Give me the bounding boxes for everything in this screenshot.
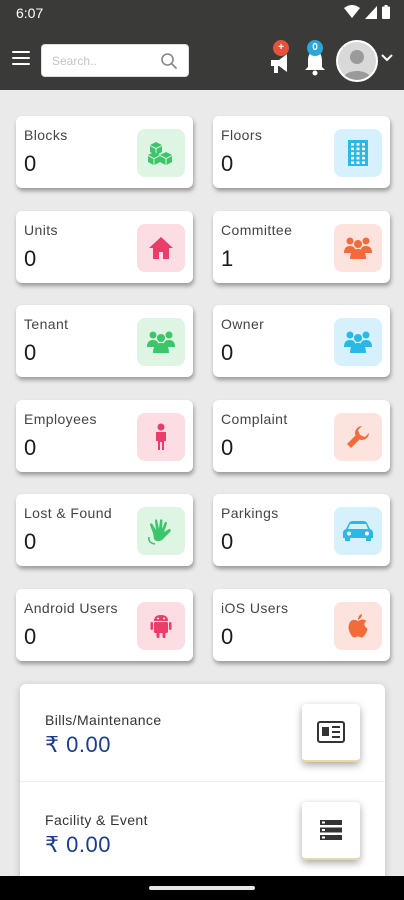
stat-card-ios-users[interactable]: iOS Users 0: [213, 589, 390, 661]
stat-card-parkings[interactable]: Parkings 0: [213, 494, 390, 567]
stat-card-committee[interactable]: Committee 1: [213, 210, 390, 283]
stat-value: 0: [24, 624, 37, 649]
stat-value: 0: [24, 245, 37, 271]
notifications-badge: 0: [307, 40, 323, 56]
stat-label: Lost & Found: [24, 505, 113, 522]
summary-panel: Bills/Maintenance ₹ 0.00 Facility & Even…: [20, 684, 385, 884]
status-time: 6:07: [16, 5, 44, 21]
cubes-icon: [137, 129, 185, 177]
facility-button[interactable]: [302, 802, 360, 860]
stat-card-complaint[interactable]: Complaint 0: [213, 399, 390, 472]
stat-card-owner[interactable]: Owner 0: [213, 305, 390, 378]
home-gesture-handle[interactable]: [149, 886, 255, 890]
stat-card-android-users[interactable]: Android Users 0: [16, 589, 193, 661]
group-icon: [334, 223, 382, 272]
stat-value: 0: [24, 434, 37, 460]
stat-value: 0: [221, 151, 234, 176]
stat-value: 1: [221, 245, 234, 271]
stat-label: Tenant: [24, 316, 69, 333]
status-icons: [344, 5, 390, 19]
facility-amount: ₹ 0.00: [45, 832, 111, 857]
wrench-icon: [334, 412, 382, 461]
stat-label: Committee: [221, 221, 293, 238]
bills-amount: ₹ 0.00: [45, 732, 111, 757]
car-icon: [334, 507, 382, 556]
bills-label: Bills/Maintenance: [45, 712, 162, 728]
stat-value: 0: [221, 624, 234, 649]
stat-value: 0: [24, 529, 37, 555]
user-avatar-icon: [338, 42, 376, 80]
stat-label: Employees: [24, 410, 97, 427]
app-bar: + 0: [0, 26, 404, 90]
cellular-icon: [365, 5, 377, 19]
status-bar: 6:07: [0, 0, 404, 26]
search-input[interactable]: [52, 52, 152, 70]
alerts-button[interactable]: +: [268, 40, 294, 74]
person-icon: [137, 412, 185, 461]
group-icon: [334, 318, 382, 367]
stat-value: 0: [221, 434, 234, 460]
list-icon: [320, 820, 342, 840]
hand-icon: [137, 507, 185, 556]
stat-label: Complaint: [221, 410, 288, 427]
stat-value: 0: [221, 340, 234, 366]
alerts-badge: +: [273, 40, 289, 56]
wifi-icon: [344, 5, 360, 18]
stat-value: 0: [221, 529, 234, 555]
stat-label: Blocks: [24, 127, 68, 143]
stat-card-blocks[interactable]: Blocks 0: [16, 116, 193, 188]
stat-label: Owner: [221, 316, 265, 333]
stat-card-floors[interactable]: Floors 0: [213, 116, 390, 188]
apple-icon: [334, 602, 382, 650]
search-icon[interactable]: [160, 52, 178, 70]
chevron-down-icon[interactable]: [380, 53, 394, 63]
stat-label: iOS Users: [221, 600, 289, 616]
stat-label: Android Users: [24, 600, 118, 616]
group-icon: [137, 318, 185, 367]
summary-divider: [20, 781, 385, 782]
stat-card-lost-found[interactable]: Lost & Found 0: [16, 494, 193, 567]
search-box: [41, 44, 189, 77]
avatar[interactable]: [336, 40, 378, 82]
facility-label: Facility & Event: [45, 812, 148, 828]
stat-label: Units: [24, 221, 58, 238]
receipt-icon: [317, 721, 345, 743]
android-icon: [137, 602, 185, 650]
stat-card-units[interactable]: Units 0: [16, 210, 193, 283]
building-icon: [334, 129, 382, 177]
stat-label: Parkings: [221, 505, 279, 522]
menu-icon[interactable]: [12, 51, 30, 65]
notifications-button[interactable]: 0: [302, 40, 328, 76]
battery-icon: [382, 5, 390, 19]
stat-label: Floors: [221, 127, 263, 143]
stat-value: 0: [24, 151, 37, 176]
stat-card-tenant[interactable]: Tenant 0: [16, 305, 193, 378]
stat-value: 0: [24, 340, 37, 366]
stat-card-employees[interactable]: Employees 0: [16, 399, 193, 472]
home-icon: [137, 223, 185, 272]
bills-button[interactable]: [302, 704, 360, 762]
system-nav-bar: [0, 876, 404, 900]
